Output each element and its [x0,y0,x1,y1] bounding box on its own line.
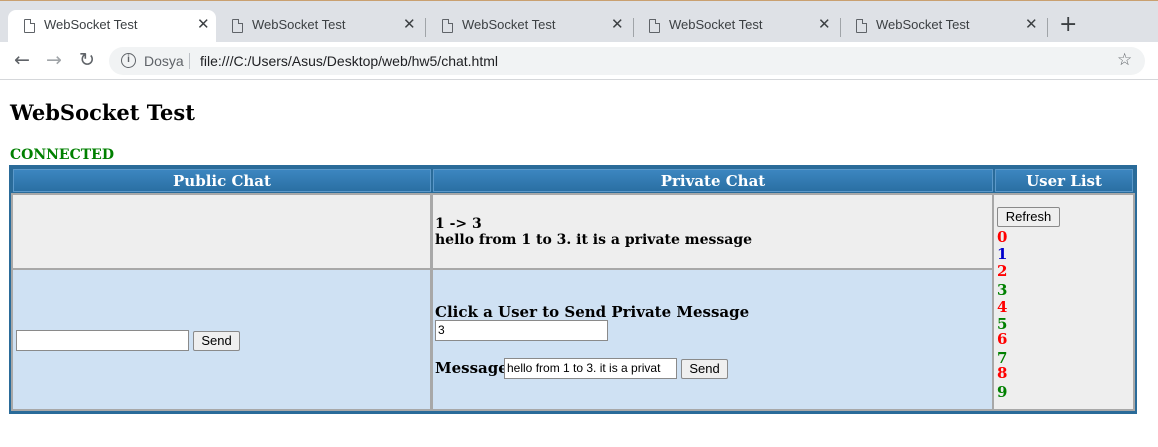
document-icon [856,19,867,33]
tab[interactable]: WebSocket Test ✕ [840,10,1047,43]
user-list-item[interactable]: 8 [997,365,1007,381]
user-list-item[interactable]: 3 [997,282,1007,298]
tab-separator [1047,18,1048,37]
tab[interactable]: WebSocket Test ✕ [216,10,426,43]
tab-active[interactable]: WebSocket Test ✕ [8,10,216,43]
user-list-item[interactable]: 4 [997,299,1007,315]
user-list-item[interactable]: 9 [997,384,1007,400]
tab-title: WebSocket Test [876,17,970,32]
tab-title: WebSocket Test [462,17,556,32]
tab[interactable]: WebSocket Test ✕ [426,10,633,43]
public-send-button[interactable]: Send [193,331,240,351]
private-chat-header: Private Chat [433,169,993,192]
reload-icon[interactable]: ↻ [79,50,95,70]
close-icon[interactable]: ✕ [1025,15,1038,35]
document-icon [232,19,243,33]
tab-strip: WebSocket Test ✕ WebSocket Test ✕ WebSoc… [0,0,1158,43]
tab[interactable]: WebSocket Test ✕ [633,10,840,43]
new-tab-button[interactable]: + [1059,12,1077,38]
refresh-button[interactable]: Refresh [997,207,1060,227]
user-list-item[interactable]: 6 [997,331,1007,347]
public-chat-header: Public Chat [13,169,431,192]
user-list-header: User List [995,169,1133,192]
document-icon [442,19,453,33]
public-messages-area [11,193,432,270]
close-icon[interactable]: ✕ [197,15,210,35]
tab-title: WebSocket Test [669,17,763,32]
close-icon[interactable]: ✕ [611,15,624,35]
address-bar[interactable]: i Dosya file:///C:/Users/Asus/Desktop/we… [109,47,1145,75]
forward-arrow-icon[interactable]: → [46,50,62,70]
private-message-line: 1 -> 3 [435,216,482,232]
private-message-prompt: Click a User to Send Private Message [435,303,750,321]
document-icon [24,19,35,33]
address-scheme-label: Dosya [144,53,184,69]
private-message-input[interactable]: hello from 1 to 3. it is a privat [504,358,677,379]
user-list-item[interactable]: 2 [997,263,1007,279]
close-icon[interactable]: ✕ [403,15,416,35]
page-title: WebSocket Test [10,100,195,125]
tab-title: WebSocket Test [252,17,346,32]
address-url[interactable]: file:///C:/Users/Asus/Desktop/web/hw5/ch… [200,53,498,69]
private-message-log: 1 -> 3 hello from 1 to 3. it is a privat… [435,216,752,248]
bookmark-star-icon[interactable]: ☆ [1117,50,1132,70]
user-list-item[interactable]: 0 [997,229,1007,245]
document-icon [649,19,660,33]
private-send-button[interactable]: Send [681,359,728,379]
close-icon[interactable]: ✕ [818,15,831,35]
private-message-line: hello from 1 to 3. it is a private messa… [435,232,753,248]
info-icon[interactable]: i [121,53,136,68]
user-list-item[interactable]: 1 [997,246,1007,262]
connection-status: CONNECTED [10,147,114,163]
browser-toolbar: ← → ↻ i Dosya file:///C:/Users/Asus/Desk… [0,42,1158,80]
tab-title: WebSocket Test [44,17,138,32]
public-message-input[interactable] [16,330,189,351]
address-divider [189,53,190,69]
message-label: Message [435,359,508,377]
back-arrow-icon[interactable]: ← [14,50,30,70]
recipient-input[interactable]: 3 [435,320,608,341]
